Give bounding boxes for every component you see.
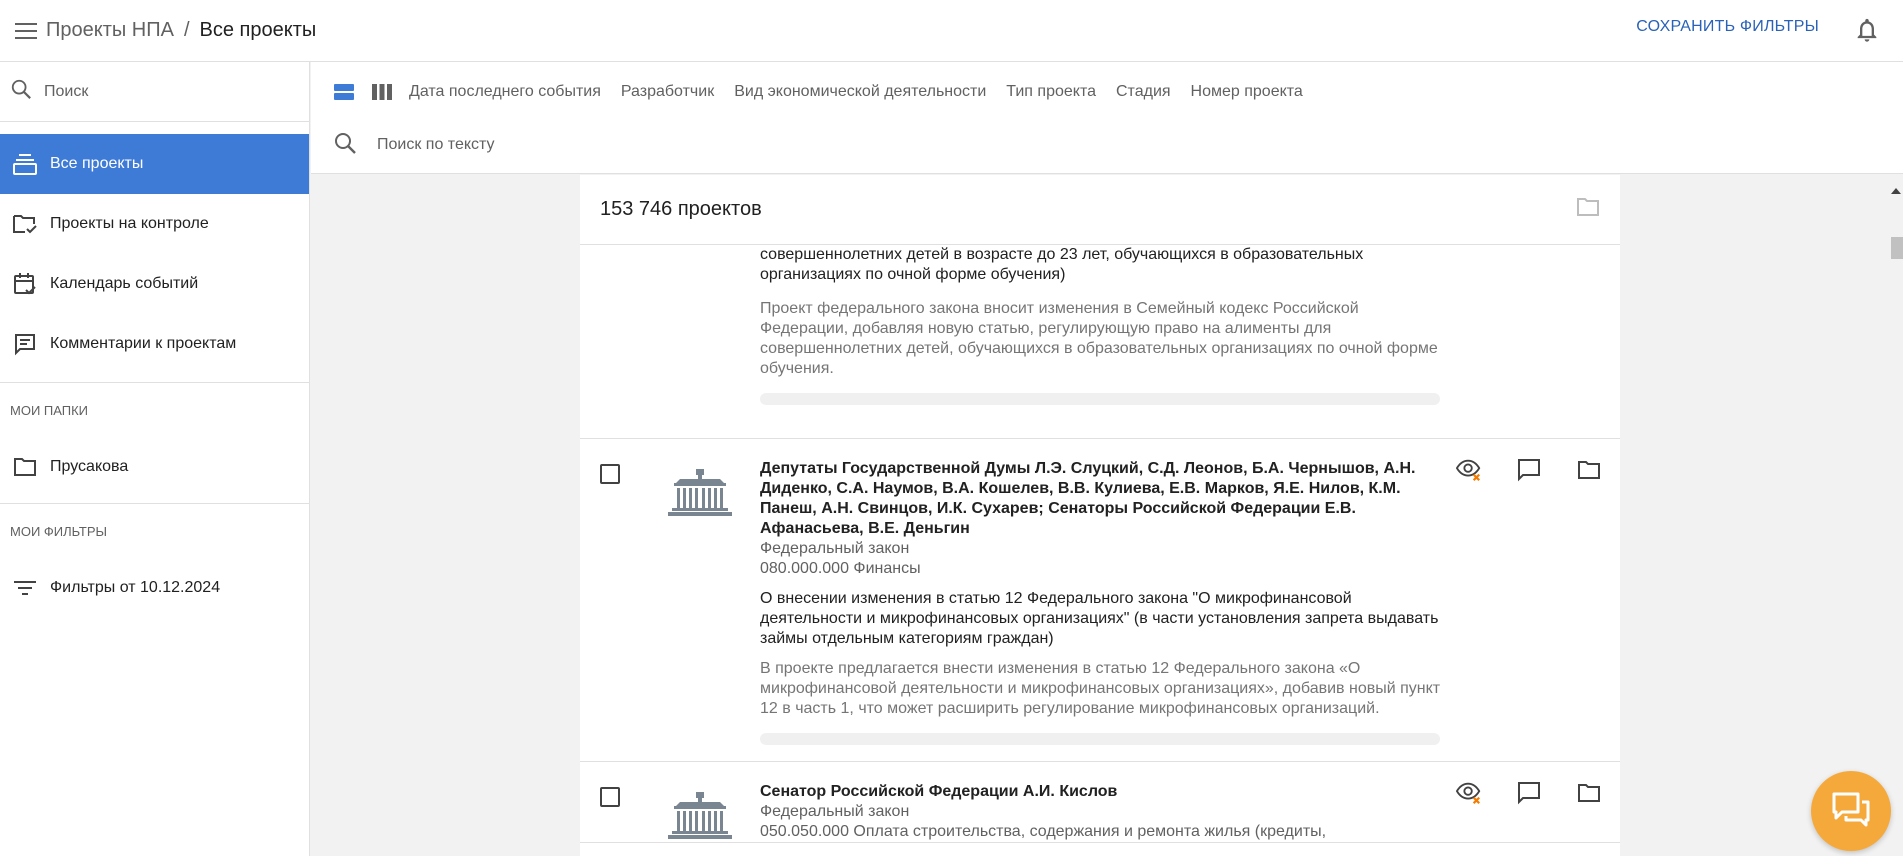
- duma-building-icon: [668, 469, 732, 517]
- comment-icon[interactable]: [1516, 780, 1542, 806]
- text-search: [311, 122, 1903, 168]
- sidebar-item-label: Календарь событий: [50, 275, 199, 292]
- chat-button[interactable]: [1811, 771, 1891, 851]
- filter-list-icon: [12, 575, 38, 601]
- section-heading-folders: МОИ ПАПКИ: [10, 402, 89, 418]
- projects-list-panel: 153 746 проектов части установления обяз…: [580, 175, 1620, 856]
- project-card: Сенатор Российской Федерации А.И. Кислов…: [580, 762, 1620, 843]
- project-category: 050.050.000 Оплата строительства, содерж…: [760, 823, 1327, 840]
- project-summary: В проекте предлагается внести изменения …: [760, 660, 1441, 717]
- project-summary: Проект федерального закона вносит измене…: [760, 300, 1438, 377]
- project-category: 080.000.000 Финансы: [760, 560, 921, 577]
- text-search-input[interactable]: [377, 136, 977, 154]
- list-header: 153 746 проектов: [580, 175, 1620, 245]
- filter-project-type[interactable]: Тип проекта: [1006, 83, 1096, 101]
- filter-row: Дата последнего события Разработчик Вид …: [311, 62, 1903, 122]
- search-icon: [10, 78, 32, 105]
- folder-icon: [12, 454, 38, 480]
- sidebar-item-label: Проекты на контроле: [50, 215, 209, 232]
- sidebar-saved-filter-item[interactable]: Фильтры от 10.12.2024: [0, 558, 309, 618]
- sidebar-item-label: Все проекты: [50, 155, 144, 172]
- project-author: Сенатор Российской Федерации А.И. Кислов: [760, 783, 1118, 800]
- folder-icon[interactable]: [1576, 457, 1602, 483]
- comment-icon: [12, 331, 38, 357]
- breadcrumb: Проекты НПА / Все проекты: [46, 19, 316, 42]
- card-actions: [1456, 457, 1602, 483]
- project-progress: [760, 393, 1440, 405]
- sidebar-search-input[interactable]: [44, 82, 284, 101]
- project-title[interactable]: О внесении изменения в статью 12 Федерал…: [760, 589, 1450, 649]
- sidebar-item-project-comments[interactable]: Комментарии к проектам: [0, 314, 309, 374]
- menu-icon[interactable]: [6, 11, 46, 51]
- column-view-icon[interactable]: [367, 77, 397, 107]
- projects-count: 153 746 проектов: [600, 198, 762, 220]
- filter-developer[interactable]: Разработчик: [621, 83, 714, 101]
- select-checkbox[interactable]: [600, 464, 620, 484]
- card-actions: [1456, 780, 1602, 806]
- sidebar-item-label: Прусакова: [50, 458, 129, 475]
- project-card: Депутаты Государственной Думы Л.Э. Слуцк…: [580, 439, 1620, 762]
- sidebar-item-controlled-projects[interactable]: Проекты на контроле: [0, 194, 309, 254]
- filter-last-event-date[interactable]: Дата последнего события: [409, 83, 601, 101]
- filter-stage[interactable]: Стадия: [1116, 83, 1171, 101]
- duma-building-icon: [668, 792, 732, 840]
- project-title[interactable]: части установления обязанности по содерж…: [760, 245, 1450, 285]
- comment-icon[interactable]: [1516, 457, 1542, 483]
- page-title: Все проекты: [199, 19, 317, 41]
- breadcrumb-root[interactable]: Проекты НПА: [46, 19, 174, 42]
- list-view-icon[interactable]: [329, 77, 359, 107]
- folder-icon[interactable]: [1576, 780, 1602, 806]
- select-checkbox[interactable]: [600, 787, 620, 807]
- scrollbar-thumb[interactable]: [1891, 237, 1903, 259]
- project-card-partial: части установления обязанности по содерж…: [580, 245, 1620, 439]
- watch-off-icon[interactable]: [1456, 780, 1482, 806]
- filter-economic-activity[interactable]: Вид экономической деятельности: [734, 83, 986, 101]
- sidebar-folder-item[interactable]: Прусакова: [0, 437, 309, 497]
- calendar-check-icon: [12, 271, 38, 297]
- filter-bar: Дата последнего события Разработчик Вид …: [311, 62, 1903, 174]
- breadcrumb-separator: /: [183, 19, 190, 41]
- sidebar: Все проекты Проекты на контроле Календар…: [0, 62, 310, 856]
- scroll-up-arrow[interactable]: [1891, 181, 1901, 199]
- sidebar-item-all-projects[interactable]: Все проекты: [0, 134, 309, 194]
- sidebar-item-events-calendar[interactable]: Календарь событий: [0, 254, 309, 314]
- chat-icon: [1831, 791, 1871, 832]
- sidebar-item-label: Комментарии к проектам: [50, 335, 237, 352]
- project-type: Федеральный закон: [760, 540, 910, 557]
- save-filters-button[interactable]: СОХРАНИТЬ ФИЛЬТРЫ: [1636, 18, 1819, 36]
- project-type: Федеральный закон: [760, 803, 910, 820]
- app-header: Проекты НПА / Все проекты СОХРАНИТЬ ФИЛЬ…: [0, 0, 1903, 62]
- project-progress: [760, 733, 1440, 745]
- project-author: Депутаты Государственной Думы Л.Э. Слуцк…: [760, 460, 1416, 537]
- stack-icon: [12, 151, 38, 177]
- search-icon: [333, 131, 357, 160]
- bell-icon[interactable]: [1853, 16, 1881, 44]
- watch-off-icon[interactable]: [1456, 457, 1482, 483]
- section-heading-filters: МОИ ФИЛЬТРЫ: [10, 523, 108, 539]
- folder-check-icon: [12, 211, 38, 237]
- folder-icon[interactable]: [1576, 197, 1600, 222]
- filter-project-number[interactable]: Номер проекта: [1191, 83, 1303, 101]
- sidebar-item-label: Фильтры от 10.12.2024: [50, 579, 221, 596]
- sidebar-search: [0, 62, 309, 122]
